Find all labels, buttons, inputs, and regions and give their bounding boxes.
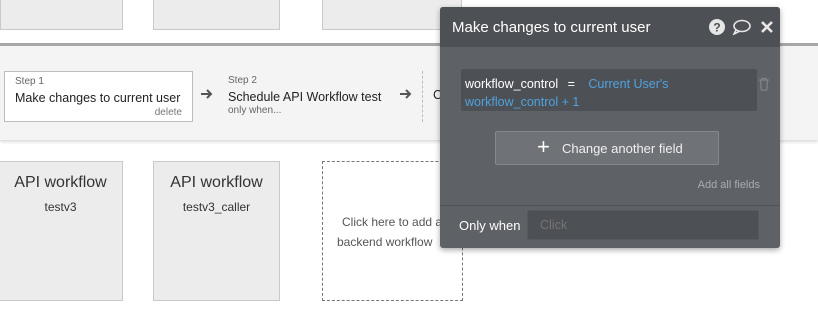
card-title: API workflow — [14, 174, 107, 191]
only-when-label: Only when — [459, 218, 521, 233]
step-number: Step 1 — [15, 76, 44, 87]
divider — [440, 205, 780, 206]
step-condition: only when... — [228, 105, 282, 116]
card-subtitle: testv3 — [44, 200, 77, 214]
api-workflow-card[interactable]: API workflow testv3 — [0, 161, 123, 301]
add-all-fields-link[interactable]: Add all fields — [698, 179, 760, 191]
top-card-left[interactable] — [0, 0, 123, 30]
workflow-step-2[interactable]: Step 2 Schedule API Workflow test only w… — [218, 71, 390, 122]
arrow-right-icon — [201, 89, 213, 99]
api-workflow-card[interactable]: API workflow testv3_caller — [153, 161, 280, 301]
step-name: Schedule API Workflow test — [228, 90, 382, 104]
svg-text:?: ? — [713, 21, 720, 35]
field-operator: = — [567, 77, 575, 91]
only-when-condition-input[interactable] — [527, 210, 759, 240]
step-name: Make changes to current user — [15, 91, 181, 105]
top-card-middle[interactable] — [153, 0, 280, 30]
card-title: API workflow — [170, 174, 263, 191]
delete-step-link[interactable]: delete — [155, 107, 182, 118]
change-another-field-button[interactable]: + Change another field — [495, 131, 719, 165]
property-editor-panel: Make changes to current user ? workflow_… — [440, 7, 780, 248]
field-name[interactable]: workflow_control — [465, 77, 558, 91]
workflow-step-1[interactable]: Step 1 Make changes to current user dele… — [4, 71, 193, 122]
panel-header: Make changes to current user ? — [440, 7, 780, 47]
card-subtitle: testv3_caller — [182, 200, 251, 214]
trash-icon[interactable] — [758, 77, 770, 91]
help-icon[interactable]: ? — [709, 19, 725, 35]
panel-title: Make changes to current user — [452, 19, 651, 36]
plus-icon: + — [537, 134, 550, 159]
field-value-expression[interactable]: Current User's — [588, 77, 668, 91]
field-assignment-row[interactable]: workflow_control = Current User's workfl… — [461, 69, 757, 111]
step-number: Step 2 — [228, 75, 257, 86]
field-value-expression-cont[interactable]: workflow_control + 1 — [465, 95, 579, 109]
field-assignment: workflow_control = Current User's workfl… — [465, 75, 669, 111]
button-label: Change another field — [562, 141, 683, 156]
arrow-right-icon — [400, 89, 412, 99]
comment-icon[interactable] — [732, 19, 752, 35]
close-icon[interactable] — [760, 20, 774, 34]
